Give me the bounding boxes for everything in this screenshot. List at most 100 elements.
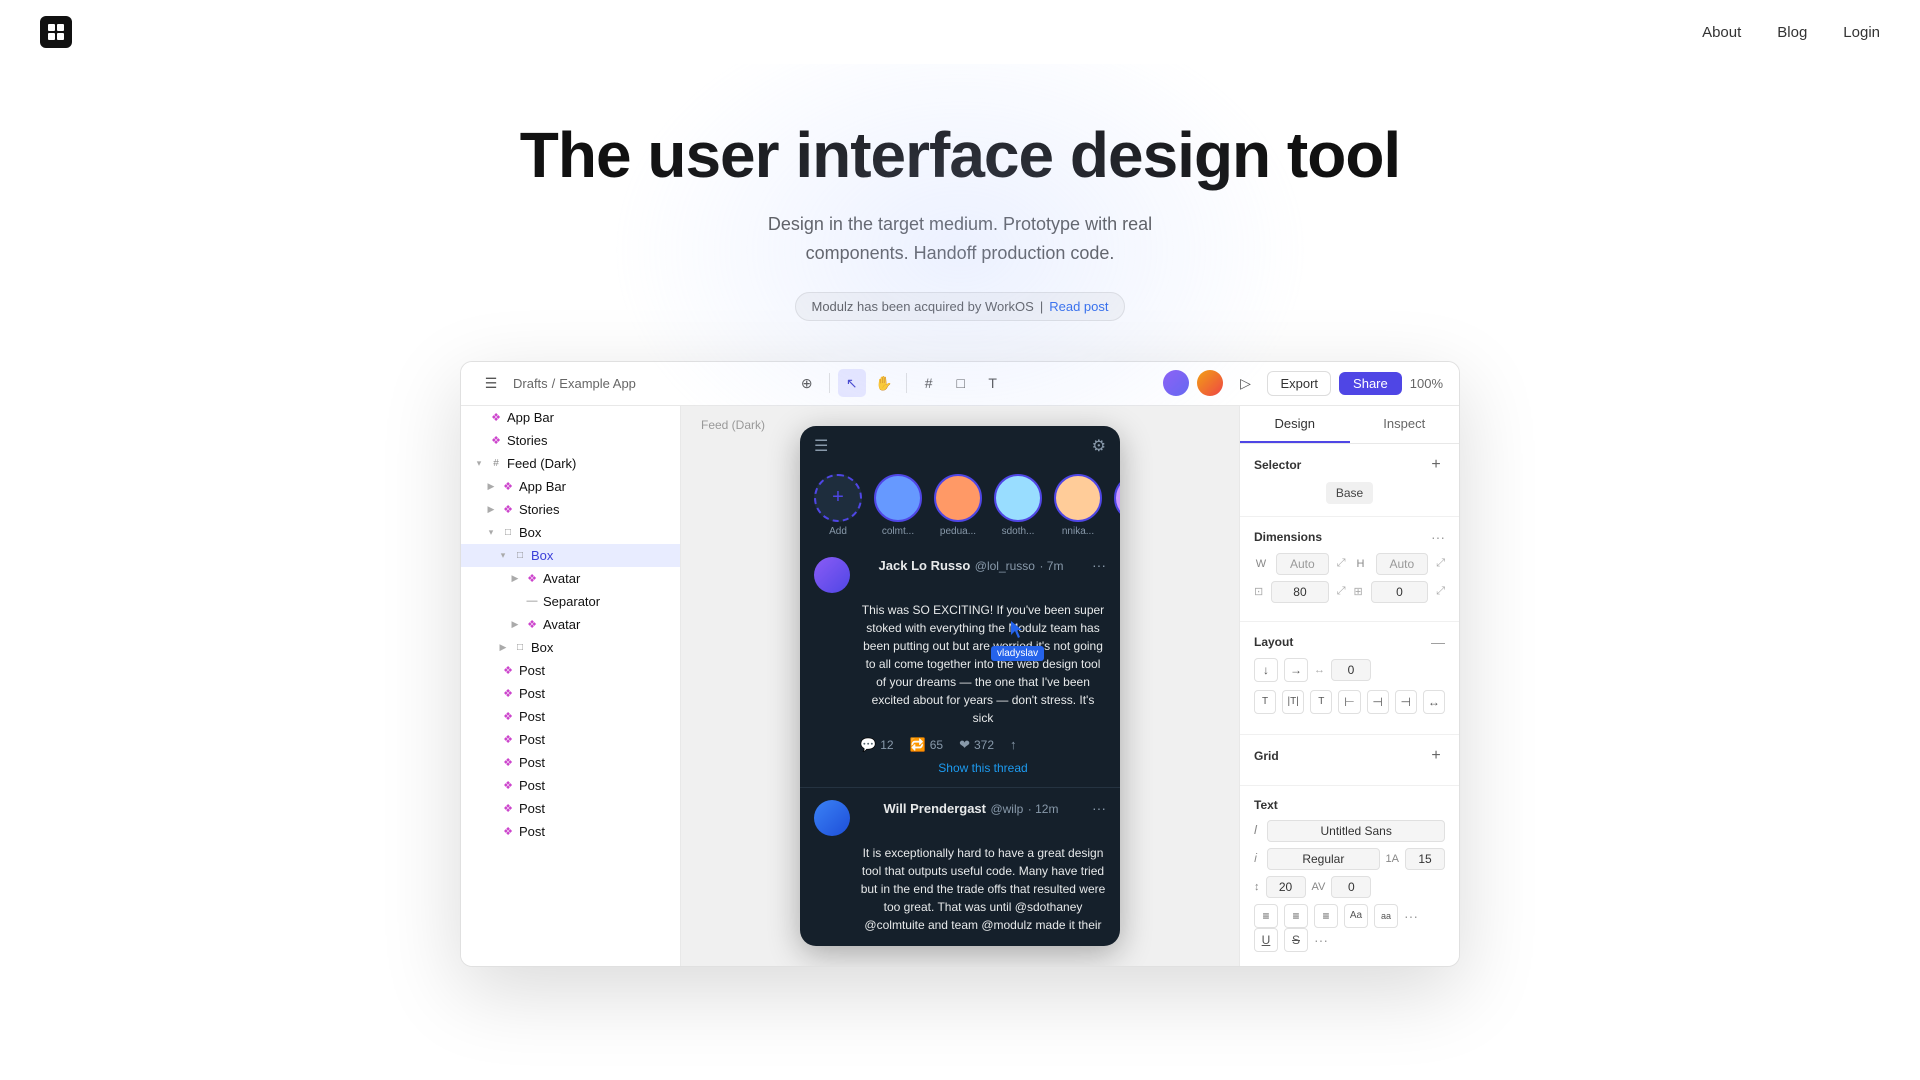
export-button[interactable]: Export xyxy=(1267,371,1331,396)
text-decoration-more[interactable]: ··· xyxy=(1314,932,1328,948)
line-height-field[interactable]: 20 xyxy=(1266,876,1306,898)
sidebar-item-feed-dark[interactable]: ▾ # Feed (Dark) xyxy=(461,452,680,475)
sidebar-item-box-3[interactable]: ▶ □ Box xyxy=(461,636,680,659)
corner-field[interactable]: 80 xyxy=(1271,581,1328,603)
layout-right-button[interactable]: → xyxy=(1284,658,1308,682)
align-right[interactable]: ⊣ xyxy=(1395,690,1417,714)
grid-add-button[interactable]: + xyxy=(1427,747,1445,765)
help-tool-button[interactable]: ⊕ xyxy=(793,369,821,397)
show-thread-link[interactable]: Show this thread xyxy=(814,761,1106,775)
sidebar-item-separator[interactable]: — Separator xyxy=(461,590,680,613)
expand-w-icon[interactable]: ⤢ xyxy=(1337,557,1346,570)
nav-blog[interactable]: Blog xyxy=(1777,24,1807,41)
align-left[interactable]: ⊢ xyxy=(1338,690,1360,714)
frame-icon: □ xyxy=(513,548,527,562)
share-action[interactable]: ↑ xyxy=(1010,737,1017,752)
sidebar-item-avatar-1[interactable]: ▶ ❖ Avatar xyxy=(461,567,680,590)
text-transform-button[interactable]: Aa xyxy=(1344,904,1368,928)
story-colmt[interactable]: colmt... xyxy=(874,474,922,537)
align-left-button[interactable]: ≡ xyxy=(1254,904,1278,928)
layout-gap-field[interactable]: 0 xyxy=(1331,659,1371,681)
layout-down-button[interactable]: ↓ xyxy=(1254,658,1278,682)
sidebar-item-post-2[interactable]: ❖ Post xyxy=(461,682,680,705)
sidebar-item-post-8[interactable]: ❖ Post xyxy=(461,820,680,843)
dimensions-more-button[interactable]: ··· xyxy=(1431,529,1445,545)
sidebar-item-post-4[interactable]: ❖ Post xyxy=(461,728,680,751)
comment-action[interactable]: 💬 12 xyxy=(860,737,894,753)
frame-tool-button[interactable]: # xyxy=(915,369,943,397)
sidebar-label: Feed (Dark) xyxy=(507,456,576,471)
selector-add-button[interactable]: + xyxy=(1427,456,1445,474)
post-more-button[interactable]: ··· xyxy=(1092,557,1106,573)
align-center[interactable]: ⊣ xyxy=(1367,690,1389,714)
expand-h-icon[interactable]: ⤢ xyxy=(1436,557,1445,570)
strikethrough-button[interactable]: S xyxy=(1284,928,1308,952)
retweet-action[interactable]: 🔁 65 xyxy=(910,737,944,753)
align-right-button[interactable]: ≡ xyxy=(1314,904,1338,928)
sidebar-item-avatar-2[interactable]: ▶ ❖ Avatar xyxy=(461,613,680,636)
sidebar-label: Box xyxy=(519,525,541,540)
post-name: Jack Lo Russo xyxy=(879,558,971,573)
text-tool-button[interactable]: T xyxy=(979,369,1007,397)
hand-tool-button[interactable]: ✋ xyxy=(870,369,898,397)
sidebar-item-app-bar[interactable]: ❖ App Bar xyxy=(461,406,680,429)
sidebar-item-post-5[interactable]: ❖ Post xyxy=(461,751,680,774)
nav-about[interactable]: About xyxy=(1702,24,1741,41)
align-text-left[interactable]: T xyxy=(1254,690,1276,714)
post-body: It is exceptionally hard to have a great… xyxy=(814,844,1106,935)
expand-icon: ▾ xyxy=(485,526,497,538)
breadcrumb-root[interactable]: Drafts xyxy=(513,376,548,391)
rect-tool-button[interactable]: □ xyxy=(947,369,975,397)
sidebar-item-stories[interactable]: ❖ Stories xyxy=(461,429,680,452)
story-add[interactable]: + Add xyxy=(814,474,862,537)
story-name: pedua... xyxy=(940,526,976,537)
select-tool-button[interactable]: ↖ xyxy=(838,369,866,397)
post-more-button[interactable]: ··· xyxy=(1092,800,1106,816)
align-stretch[interactable]: ↔ xyxy=(1423,690,1445,714)
padding-field[interactable]: 0 xyxy=(1371,581,1428,603)
acquisition-link[interactable]: Read post xyxy=(1049,299,1108,314)
sidebar-item-post-6[interactable]: ❖ Post xyxy=(461,774,680,797)
sidebar-item-box-2[interactable]: ▾ □ Box xyxy=(461,544,680,567)
layout-collapse-button[interactable]: — xyxy=(1431,634,1445,650)
story-vladys[interactable]: vladys... xyxy=(1114,474,1120,537)
align-text-center[interactable]: |T| xyxy=(1282,690,1304,714)
hamburger-button[interactable]: ☰ xyxy=(477,369,505,397)
align-center-button[interactable]: ≡ xyxy=(1284,904,1308,928)
align-text-right[interactable]: T xyxy=(1310,690,1332,714)
nav-login[interactable]: Login xyxy=(1843,24,1880,41)
sidebar-item-post-3[interactable]: ❖ Post xyxy=(461,705,680,728)
expand-padding-icon[interactable]: ⤢ xyxy=(1436,585,1445,598)
sidebar-item-stories-child[interactable]: ▶ ❖ Stories xyxy=(461,498,680,521)
tab-inspect[interactable]: Inspect xyxy=(1350,406,1460,443)
story-nnika[interactable]: nnika... xyxy=(1054,474,1102,537)
hero-subtitle: Design in the target medium. Prototype w… xyxy=(730,210,1190,268)
w-field[interactable]: Auto xyxy=(1276,553,1329,575)
expand-corner-icon[interactable]: ⤢ xyxy=(1337,585,1346,598)
font-style[interactable]: Regular xyxy=(1267,848,1379,870)
underline-button[interactable]: U xyxy=(1254,928,1278,952)
share-button[interactable]: Share xyxy=(1339,372,1402,395)
like-action[interactable]: ❤ 372 xyxy=(959,737,994,753)
sidebar-item-box-1[interactable]: ▾ □ Box xyxy=(461,521,680,544)
story-pedua[interactable]: pedua... xyxy=(934,474,982,537)
sidebar-item-post-7[interactable]: ❖ Post xyxy=(461,797,680,820)
menu-icon: ☰ xyxy=(814,436,828,456)
font-name[interactable]: Untitled Sans xyxy=(1267,820,1445,842)
letter-spacing-field[interactable]: 0 xyxy=(1331,876,1371,898)
story-sdoth[interactable]: sdoth... xyxy=(994,474,1042,537)
breadcrumb-page[interactable]: Example App xyxy=(559,376,636,391)
font-size-field[interactable]: 15 xyxy=(1405,848,1445,870)
sidebar-item-post-1[interactable]: ❖ Post xyxy=(461,659,680,682)
component-icon: ❖ xyxy=(525,617,539,631)
post-header: Will Prendergast @wilp · 12m ··· xyxy=(814,800,1106,836)
story-avatar xyxy=(874,474,922,522)
h-field[interactable]: Auto xyxy=(1376,553,1429,575)
sidebar-item-app-bar-child[interactable]: ▶ ❖ App Bar xyxy=(461,475,680,498)
selector-base-tag[interactable]: Base xyxy=(1326,482,1373,504)
logo[interactable] xyxy=(40,16,72,48)
text-small-button[interactable]: aa xyxy=(1374,904,1398,928)
tab-design[interactable]: Design xyxy=(1240,406,1350,443)
text-more-button[interactable]: ··· xyxy=(1404,908,1418,924)
play-button[interactable]: ▷ xyxy=(1231,369,1259,397)
